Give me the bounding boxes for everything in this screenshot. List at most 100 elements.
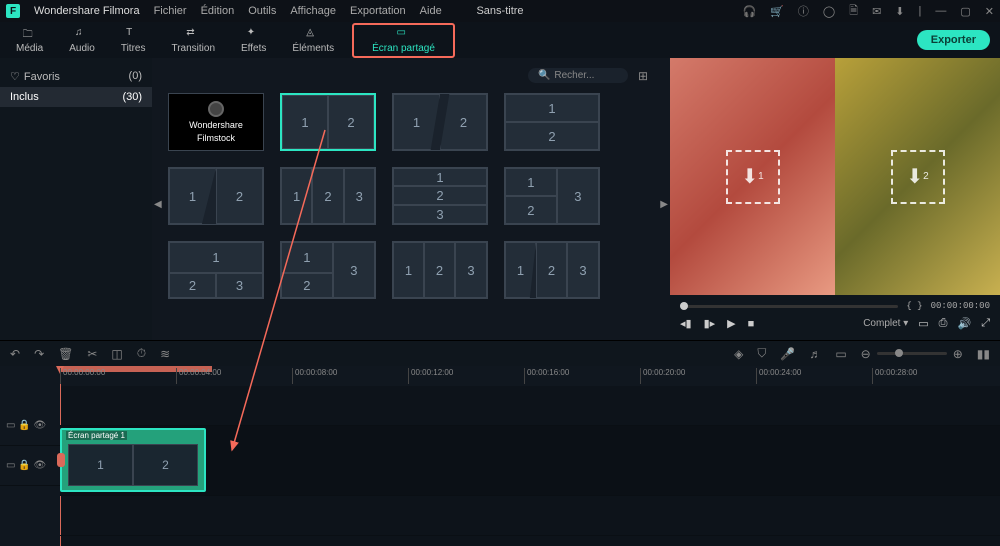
template-cell: 3 (216, 273, 263, 298)
menu-export[interactable]: Exportation (350, 5, 406, 17)
tab-audio[interactable]: ♫Audio (61, 25, 103, 56)
template-cell: 1 (169, 168, 216, 224)
timeline-ruler[interactable]: 00:00:00:00 00:00:04:00 00:00:08:00 00:0… (60, 366, 1000, 386)
fullscreen-icon[interactable]: ⤢ (981, 317, 990, 330)
menu-file[interactable]: Fichier (154, 5, 187, 17)
ruler-tick: 00:00:08:00 (292, 368, 337, 384)
gallery-next-icon[interactable]: ▶ (660, 199, 668, 210)
snapshot-icon[interactable]: ⎙ (939, 317, 948, 330)
sidebar-item-included[interactable]: Inclus (30) (0, 87, 152, 107)
save-icon[interactable]: 🗎 (849, 2, 858, 21)
clip-handle-icon[interactable] (57, 453, 65, 467)
filmstock-label1: Wondershare (189, 120, 243, 130)
drop-slot-icon: ⬇1 (726, 150, 780, 204)
clip-split-screen[interactable]: Écran partagé 1 1 2 (60, 428, 206, 492)
minimize-icon[interactable]: — (935, 5, 946, 17)
template-1x3[interactable]: 1 2 3 (280, 167, 376, 225)
mail-icon[interactable]: ✉ (872, 5, 881, 18)
speed-icon[interactable]: ⏱ (137, 346, 146, 361)
tab-elements[interactable]: ◬Éléments (284, 25, 342, 56)
shield-icon[interactable]: ⛉ (757, 346, 766, 361)
template-2x1-plus1[interactable]: 1 2 3 (504, 167, 600, 225)
menu-view[interactable]: Affichage (290, 5, 336, 17)
info-icon[interactable]: ⓘ (798, 3, 809, 19)
play-icon[interactable]: ▶ (727, 317, 735, 330)
template-split-2x1[interactable]: 1 2 (504, 93, 600, 151)
tab-split-screen[interactable]: ▭Écran partagé (352, 23, 455, 58)
app-name: Wondershare Filmora (34, 5, 140, 17)
account-icon[interactable]: ◯ (823, 5, 835, 18)
tab-effects[interactable]: ✦Effets (233, 25, 274, 56)
stop-icon[interactable]: ■ (748, 318, 755, 330)
tab-transition[interactable]: ⇄Transition (163, 25, 223, 56)
template-3row[interactable]: 1 2 3 (392, 167, 488, 225)
template-filmstock[interactable]: Wondershare Filmstock (168, 93, 264, 151)
template-skew-3[interactable]: 1 2 3 (504, 241, 600, 299)
delete-icon[interactable]: 🗑 (58, 347, 73, 361)
zoom-control: ⊖ ⊕ (861, 347, 963, 361)
menu-tools[interactable]: Outils (248, 5, 276, 17)
maximize-icon[interactable]: ▢ (960, 5, 970, 18)
next-frame-icon[interactable]: ▮▸ (704, 317, 716, 330)
sidebar-item-favorites[interactable]: ♡Favoris (0) (0, 66, 152, 87)
zoom-in-icon[interactable]: ⊕ (953, 347, 963, 361)
track-video[interactable]: Écran partagé 1 1 2 (60, 426, 1000, 496)
ruler-tick: 00:00:20:00 (640, 368, 685, 384)
display-icon[interactable]: ▭ (918, 317, 928, 330)
export-button[interactable]: Exporter (917, 30, 990, 50)
template-cell: 2 (536, 242, 567, 298)
close-icon[interactable]: ✕ (985, 5, 994, 18)
ratio-icon[interactable]: ▭ (835, 347, 846, 361)
mic-icon[interactable]: 🎤 (780, 347, 795, 361)
preview-slot-1[interactable]: ⬇1 (670, 58, 835, 295)
template-1-over-2[interactable]: 1 2 3 (168, 241, 264, 299)
tab-titles[interactable]: TTitres (113, 25, 154, 56)
menu-help[interactable]: Aide (420, 5, 442, 17)
zoom-out-icon[interactable]: ⊖ (861, 347, 871, 361)
zoom-slider[interactable] (877, 352, 947, 355)
crop-icon[interactable]: ◫ (111, 347, 122, 361)
template-cell: 2 (440, 94, 487, 150)
template-diag-3[interactable]: 1 2 3 (392, 241, 488, 299)
grid-view-icon[interactable]: ⊞ (638, 69, 648, 83)
template-cell: 3 (393, 205, 487, 224)
track-audio[interactable] (60, 496, 1000, 536)
download-icon[interactable]: ⬇ (895, 5, 904, 18)
preview-slot-2[interactable]: ⬇2 (835, 58, 1000, 295)
color-icon[interactable]: ≋ (160, 347, 170, 361)
search-input[interactable]: 🔍 Recher... (528, 68, 628, 83)
cut-icon[interactable]: ✂ (87, 347, 97, 361)
redo-icon[interactable]: ↷ (34, 347, 44, 361)
volume-icon[interactable]: 🔊 (957, 317, 971, 330)
gallery-prev-icon[interactable]: ◀ (154, 199, 162, 210)
tab-media[interactable]: 🗀Média (8, 25, 51, 56)
title-bar: F Wondershare Filmora Fichier Édition Ou… (0, 0, 1000, 22)
zoom-fit-icon[interactable]: ▮▮ (977, 347, 990, 361)
track-header-video[interactable]: ▭ 🔒 👁 (0, 446, 60, 486)
clip-thumb-cell: 2 (133, 444, 198, 486)
template-cell: 1 (393, 168, 487, 186)
template-diag-half[interactable]: 1 2 (168, 167, 264, 225)
track-overlay[interactable] (60, 386, 1000, 426)
mixer-icon[interactable]: ♬ (809, 347, 821, 361)
support-icon[interactable]: 🎧 (743, 5, 757, 18)
main-body: ♡Favoris (0) Inclus (30) ◀ ▶ 🔍 Recher...… (0, 58, 1000, 340)
ruler-tick: 00:00:12:00 (408, 368, 453, 384)
template-cell: 1 (393, 242, 424, 298)
track-header-overlay[interactable]: ▭ 🔒 👁 (0, 406, 60, 446)
template-1-split[interactable]: 1 2 3 (280, 241, 376, 299)
template-split-diag-2[interactable]: 1 2 (392, 93, 488, 151)
undo-icon[interactable]: ↶ (10, 347, 20, 361)
marker-icon[interactable]: ◈ (734, 347, 743, 361)
prev-frame-icon[interactable]: ◂▮ (680, 317, 692, 330)
menu-edit[interactable]: Édition (201, 5, 235, 17)
cart-icon[interactable]: 🛒 (770, 5, 784, 18)
quality-dropdown[interactable]: Complet ▾ (863, 318, 908, 329)
timeline-toolbar: ↶ ↷ 🗑 ✂ ◫ ⏱ ≋ ◈ ⛉ 🎤 ♬ ▭ ⊖ ⊕ ▮▮ (0, 340, 1000, 366)
heart-icon: ♡ (10, 71, 20, 83)
category-toolbar: 🗀Média ♫Audio TTitres ⇄Transition ✦Effet… (0, 22, 1000, 58)
template-cell: 3 (333, 242, 375, 298)
preview-seekbar[interactable] (680, 305, 898, 308)
template-cell: 2 (393, 186, 487, 204)
template-split-1x2[interactable]: 1 2 (280, 93, 376, 151)
